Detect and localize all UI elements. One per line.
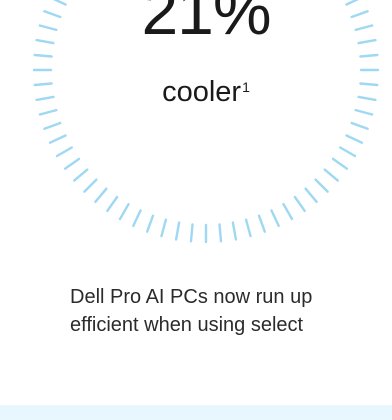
radial-dash bbox=[339, 146, 357, 158]
radial-dash bbox=[323, 168, 339, 182]
stat-value: 21% bbox=[141, 0, 271, 48]
radial-dash bbox=[174, 221, 181, 241]
footnote-marker: 1 bbox=[242, 79, 250, 95]
radial-dash bbox=[314, 178, 329, 193]
radial-dash bbox=[63, 157, 81, 170]
radial-dash bbox=[118, 202, 130, 221]
radial-dash bbox=[43, 121, 62, 131]
radial-dash bbox=[354, 108, 374, 116]
radial-dash bbox=[160, 218, 168, 238]
radial-dash bbox=[331, 157, 349, 170]
radial-dash bbox=[106, 195, 119, 213]
radial-dash bbox=[231, 221, 238, 241]
body-copy-line-2: efficient when using select bbox=[70, 314, 304, 336]
radial-dash bbox=[257, 214, 266, 233]
radial-dash bbox=[304, 187, 318, 204]
radial-dash bbox=[244, 218, 252, 238]
stat-label-text: cooler bbox=[162, 76, 242, 108]
radial-dash bbox=[38, 108, 58, 116]
radial-dash bbox=[145, 214, 155, 233]
radial-dash bbox=[293, 195, 306, 213]
radial-dash bbox=[33, 53, 53, 58]
radial-dash bbox=[350, 121, 369, 131]
radial-dash bbox=[359, 53, 379, 58]
radial-dash bbox=[72, 168, 89, 182]
radial-dash bbox=[83, 178, 98, 193]
stat-label: cooler1 bbox=[0, 78, 392, 107]
radial-dash bbox=[270, 209, 280, 228]
radial-dash bbox=[189, 223, 194, 243]
radial-dash bbox=[282, 202, 294, 221]
body-copy-line-1: Dell Pro AI PCs now run up bbox=[70, 286, 313, 308]
radial-dash bbox=[345, 134, 364, 144]
bottom-band bbox=[0, 405, 392, 420]
radial-dash bbox=[94, 187, 108, 204]
radial-dash bbox=[218, 223, 223, 243]
body-copy: Dell Pro AI PCs now run up efficient whe… bbox=[70, 283, 392, 339]
radial-dash bbox=[55, 146, 74, 158]
radial-dash bbox=[132, 209, 142, 228]
radial-dash bbox=[48, 134, 67, 144]
